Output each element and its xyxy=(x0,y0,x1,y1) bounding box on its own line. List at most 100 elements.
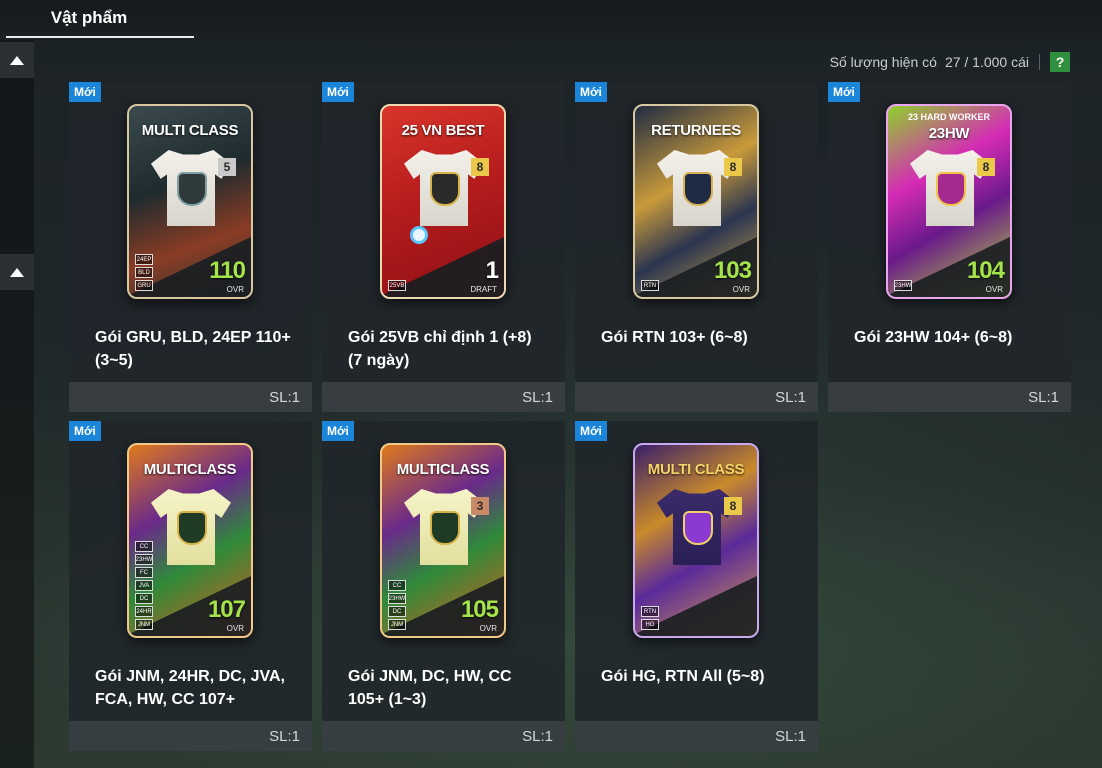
pack-card-art: 23 HARD WORKER 23HW 8 23HW 104 OVR xyxy=(886,104,1012,299)
card-tag: 23HW xyxy=(135,554,153,565)
card-title: MULTI CLASS xyxy=(141,122,239,139)
new-badge: Mới xyxy=(322,421,354,441)
divider xyxy=(1039,54,1040,70)
card-tag: 24HR xyxy=(135,606,153,617)
crest-icon xyxy=(430,172,460,206)
card-tag: BLD xyxy=(135,267,153,278)
new-badge: Mới xyxy=(69,82,101,102)
item-name: Gói RTN 103+ (6~8) xyxy=(601,329,748,346)
inventory-count: Số lượng hiện có 27 / 1.000 cái ? xyxy=(830,51,1070,73)
item-card[interactable]: Mới 23 HARD WORKER 23HW 8 23HW 104 OVR G… xyxy=(828,82,1071,412)
level-box: 8 xyxy=(724,158,742,176)
card-title: MULTI CLASS xyxy=(647,461,745,478)
item-quantity: SL:1 xyxy=(575,721,818,751)
card-ovr-label: OVR xyxy=(226,285,244,294)
top-bar: Vật phẩm xyxy=(0,0,1102,40)
card-tag: 23HW xyxy=(894,280,912,291)
card-tag: CC xyxy=(135,541,153,552)
item-quantity: SL:1 xyxy=(575,382,818,412)
card-tag: JVA xyxy=(135,580,153,591)
item-card[interactable]: Mới MULTICLASS 3 CC 23HW DC JNM 105 OVR … xyxy=(322,421,565,751)
pack-card-art: 25 VN BEST 8 25VB 1 DRAFT xyxy=(380,104,506,299)
level-box: 3 xyxy=(471,497,489,515)
item-quantity: SL:1 xyxy=(69,721,312,751)
card-tag: GRU xyxy=(135,280,153,291)
item-card[interactable]: Mới 25 VN BEST 8 25VB 1 DRAFT Gói 25VB c… xyxy=(322,82,565,412)
card-ovr: 110 xyxy=(209,257,246,284)
inventory-count-value: 27 / 1.000 cái xyxy=(944,54,1029,70)
item-quantity: SL:1 xyxy=(828,382,1071,412)
card-tag: HG xyxy=(641,619,659,630)
new-badge: Mới xyxy=(575,421,607,441)
card-title: 23HW xyxy=(928,125,970,142)
pack-card-art: MULTICLASS CC 23HW FC JVA DC 24HR JNM 10… xyxy=(127,443,253,638)
card-tag: FC xyxy=(135,567,153,578)
card-tag: RTN xyxy=(641,280,659,291)
crest-icon xyxy=(936,172,966,206)
inventory-count-label: Số lượng hiện có xyxy=(829,54,937,70)
card-ovr: 103 xyxy=(713,257,752,284)
level-box: 8 xyxy=(471,158,489,176)
tab-items[interactable]: Vật phẩm xyxy=(6,0,194,38)
card-ovr: 105 xyxy=(460,596,499,623)
card-title: MULTICLASS xyxy=(143,461,237,478)
card-tag: CC xyxy=(388,580,406,591)
new-badge: Mới xyxy=(69,421,101,441)
item-name: Gói 23HW 104+ (6~8) xyxy=(854,329,1013,346)
card-ovr-label: DRAFT xyxy=(470,285,497,294)
item-name: Gói JNM, 24HR, DC, JVA, FCA, HW, CC 107+ xyxy=(95,668,285,708)
item-card[interactable]: Mới MULTICLASS CC 23HW FC JVA DC 24HR JN… xyxy=(69,421,312,751)
scroll-up-button[interactable] xyxy=(0,42,34,78)
card-tags: RTN HG xyxy=(641,606,659,630)
level-box: 5 xyxy=(218,158,236,176)
item-name: Gói GRU, BLD, 24EP 110+ (3~5) xyxy=(95,329,291,369)
item-card[interactable]: Mới MULTI CLASS 8 RTN HG Gói HG, RTN All… xyxy=(575,421,818,751)
crest-icon xyxy=(177,172,207,206)
card-tags: 23HW xyxy=(894,280,912,291)
card-tag: JNM xyxy=(388,619,406,630)
item-name: Gói HG, RTN All (5~8) xyxy=(601,668,765,685)
card-tags: 24EP BLD GRU xyxy=(135,254,153,291)
card-title: RETURNEES xyxy=(651,122,741,139)
card-ovr: 1 xyxy=(485,257,499,284)
card-tags: 25VB xyxy=(388,280,406,291)
item-card[interactable]: Mới MULTI CLASS 5 24EP BLD GRU 110 OVR G… xyxy=(69,82,312,412)
card-tag: DC xyxy=(388,606,406,617)
card-tags: RTN xyxy=(641,280,659,291)
card-subtitle: 23 HARD WORKER xyxy=(907,112,990,122)
triangle-up-icon xyxy=(10,267,24,277)
card-tag: 25VB xyxy=(388,280,406,291)
card-tags: CC 23HW DC JNM xyxy=(388,580,406,630)
crest-icon xyxy=(683,172,713,206)
card-tag: 23HW xyxy=(388,593,406,604)
triangle-up-icon xyxy=(10,55,24,65)
card-tags: CC 23HW FC JVA DC 24HR JNM xyxy=(135,541,153,630)
card-ovr-label: OVR xyxy=(732,285,750,294)
card-ovr-label: OVR xyxy=(226,624,244,633)
pack-card-art: MULTICLASS 3 CC 23HW DC JNM 105 OVR xyxy=(380,443,506,638)
crest-icon xyxy=(683,511,713,545)
new-badge: Mới xyxy=(322,82,354,102)
pack-card-art: MULTI CLASS 8 RTN HG xyxy=(633,443,759,638)
card-tag: DC xyxy=(135,593,153,604)
card-ovr: 104 xyxy=(966,257,1005,284)
item-quantity: SL:1 xyxy=(322,382,565,412)
scroll-up-button-secondary[interactable] xyxy=(0,254,34,290)
pack-card-art: MULTI CLASS 5 24EP BLD GRU 110 OVR xyxy=(127,104,253,299)
card-tag: RTN xyxy=(641,606,659,617)
item-quantity: SL:1 xyxy=(322,721,565,751)
help-button[interactable]: ? xyxy=(1050,52,1070,72)
card-tag: 24EP xyxy=(135,254,153,265)
card-ovr-label: OVR xyxy=(479,624,497,633)
level-box: 8 xyxy=(724,497,742,515)
card-ovr-label: OVR xyxy=(985,285,1003,294)
crest-icon xyxy=(430,511,460,545)
question-icon: ? xyxy=(1055,54,1065,70)
item-card[interactable]: Mới RETURNEES 8 RTN 103 OVR Gói RTN 103+… xyxy=(575,82,818,412)
card-ovr: 107 xyxy=(207,596,246,623)
left-sidebar xyxy=(0,40,34,768)
card-title: 25 VN BEST xyxy=(401,122,485,139)
level-box: 8 xyxy=(977,158,995,176)
card-title: MULTICLASS xyxy=(396,461,490,478)
crest-icon xyxy=(177,511,207,545)
